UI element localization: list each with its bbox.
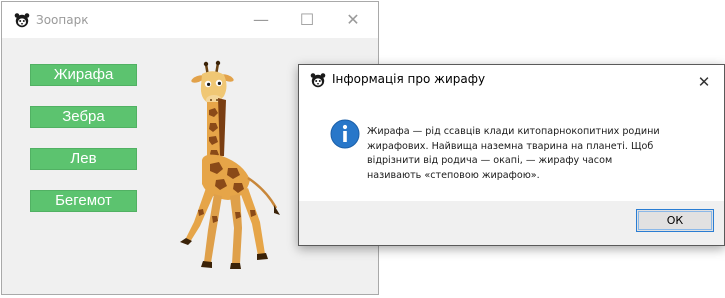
giraffe-image	[180, 60, 280, 269]
close-button[interactable]: ✕	[330, 2, 376, 38]
information-icon	[330, 119, 360, 149]
dialog-footer: ОК	[299, 201, 724, 245]
dialog-title: Інформація про жирафу	[332, 72, 486, 86]
message-line: Жирафа — рід ссавців клади китопарнокопи…	[367, 126, 660, 137]
message-line: називають «степовою жирафою».	[367, 169, 540, 181]
ok-button[interactable]: ОК	[636, 209, 714, 232]
dialog-close-button[interactable]: ✕	[684, 65, 724, 99]
info-dialog: Інформація про жирафу ✕ Жирафа — рід сса…	[298, 64, 725, 246]
giraffe-button[interactable]: Жирафа	[30, 64, 137, 86]
message-line: відрізнити від родича — окапі, — жирафу …	[367, 155, 613, 167]
panda-dialog-icon	[310, 73, 326, 88]
panda-app-icon	[14, 13, 30, 28]
message-line: жирафових. Найвища наземна тварина на пл…	[367, 140, 654, 152]
window-title: Зоопарк	[36, 13, 89, 27]
dialog-message: Жирафа — рід ссавців клади китопарнокопи…	[367, 125, 712, 183]
hippo-button[interactable]: Бегемот	[30, 190, 137, 212]
lion-button[interactable]: Лев	[30, 148, 137, 170]
zebra-button[interactable]: Зебра	[30, 106, 137, 128]
maximize-button[interactable]: ☐	[284, 2, 330, 38]
main-titlebar: Зоопарк — ☐ ✕	[2, 2, 378, 38]
minimize-button[interactable]: —	[238, 2, 284, 38]
